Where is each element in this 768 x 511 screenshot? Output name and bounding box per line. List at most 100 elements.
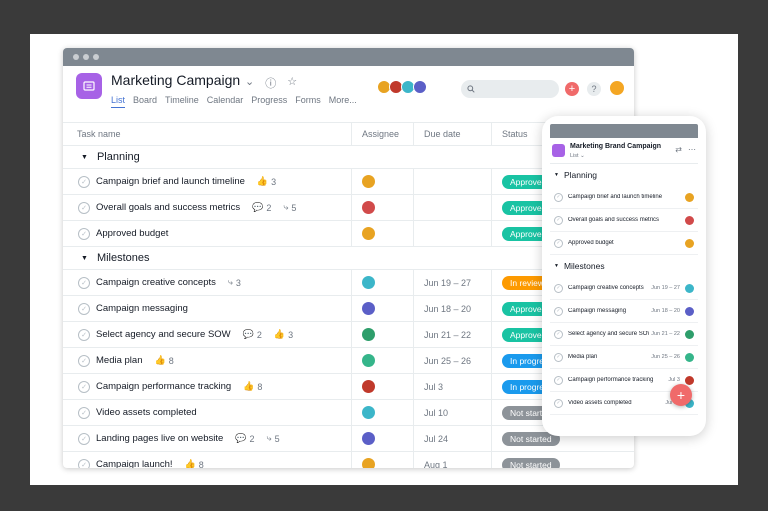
tab-progress[interactable]: Progress bbox=[251, 95, 287, 108]
mobile-task-name[interactable]: Video assets completed bbox=[568, 400, 664, 406]
task-name[interactable]: Video assets completed bbox=[96, 407, 197, 418]
tab-forms[interactable]: Forms bbox=[295, 95, 321, 108]
check-circle-icon[interactable]: ✓ bbox=[78, 354, 90, 367]
due-date-cell[interactable]: Jun 18 – 20 bbox=[413, 296, 491, 321]
chevron-down-icon[interactable]: ⌄ bbox=[245, 75, 254, 91]
check-circle-icon[interactable]: ✓ bbox=[78, 201, 90, 214]
status-cell[interactable]: Not started bbox=[491, 452, 634, 468]
check-circle-icon[interactable]: ✓ bbox=[554, 352, 563, 362]
more-icon[interactable]: ⋯ bbox=[688, 145, 696, 154]
check-circle-icon[interactable]: ✓ bbox=[78, 458, 90, 468]
column-task-name[interactable]: Task name bbox=[63, 129, 351, 139]
mobile-task-row[interactable]: ✓ Approved budget bbox=[550, 232, 698, 255]
due-date-cell[interactable]: Jun 25 – 26 bbox=[413, 348, 491, 373]
task-name[interactable]: Media plan bbox=[96, 355, 142, 366]
add-task-fab[interactable]: + bbox=[670, 384, 692, 406]
mobile-task-row[interactable]: ✓ Campaign messaging Jun 18 – 20 bbox=[550, 300, 698, 323]
project-list-icon[interactable] bbox=[552, 144, 565, 157]
like-count[interactable]: 👍 8 bbox=[154, 355, 173, 366]
mobile-task-name[interactable]: Overall goals and success metrics bbox=[568, 217, 664, 223]
due-date-cell[interactable]: Jul 24 bbox=[413, 426, 491, 451]
task-name[interactable]: Approved budget bbox=[96, 228, 168, 239]
star-icon[interactable]: ☆ bbox=[287, 75, 297, 91]
check-circle-icon[interactable]: ✓ bbox=[554, 192, 563, 202]
window-dot[interactable] bbox=[83, 54, 89, 60]
column-due-date[interactable]: Due date bbox=[413, 123, 491, 145]
task-name[interactable]: Overall goals and success metrics bbox=[96, 202, 240, 213]
task-row[interactable]: ✓ Campaign launch! 👍 8 Aug 1 Not started bbox=[63, 452, 634, 468]
check-circle-icon[interactable]: ✓ bbox=[554, 283, 563, 293]
window-dot[interactable] bbox=[73, 54, 79, 60]
due-date-cell[interactable] bbox=[413, 221, 491, 246]
triangle-down-icon[interactable]: ▼ bbox=[81, 255, 88, 262]
check-circle-icon[interactable]: ✓ bbox=[554, 215, 563, 225]
tab-list[interactable]: List bbox=[111, 95, 126, 108]
task-name[interactable]: Campaign creative concepts bbox=[96, 277, 216, 288]
task-name[interactable]: Campaign brief and launch timeline bbox=[96, 176, 245, 187]
check-circle-icon[interactable]: ✓ bbox=[554, 238, 563, 248]
mobile-task-row[interactable]: ✓ Media plan Jun 25 – 26 bbox=[550, 346, 698, 369]
assignee-cell[interactable] bbox=[351, 169, 413, 194]
mobile-task-row[interactable]: ✓ Overall goals and success metrics bbox=[550, 209, 698, 232]
assignee-cell[interactable] bbox=[351, 452, 413, 468]
info-icon[interactable]: ⓘ bbox=[265, 75, 276, 91]
assignee-cell[interactable] bbox=[351, 195, 413, 220]
mobile-project-title[interactable]: Marketing Brand Campaign bbox=[570, 143, 661, 150]
swap-icon[interactable]: ⇄ bbox=[675, 145, 682, 154]
triangle-down-icon[interactable]: ▼ bbox=[554, 172, 559, 178]
mobile-section-header[interactable]: ▼ Planning bbox=[542, 164, 706, 186]
like-count[interactable]: 👍 8 bbox=[185, 459, 204, 468]
check-circle-icon[interactable]: ✓ bbox=[78, 175, 90, 188]
mobile-task-row[interactable]: ✓ Select agency and secure SOW Jun 21 – 22 bbox=[550, 323, 698, 346]
project-title[interactable]: Marketing Campaign bbox=[111, 72, 240, 88]
search-input[interactable] bbox=[461, 80, 559, 98]
check-circle-icon[interactable]: ✓ bbox=[554, 329, 563, 339]
task-name[interactable]: Campaign launch! bbox=[96, 459, 173, 468]
check-circle-icon[interactable]: ✓ bbox=[78, 432, 90, 445]
mobile-task-row[interactable]: ✓ Campaign brief and launch timeline bbox=[550, 186, 698, 209]
check-circle-icon[interactable]: ✓ bbox=[78, 302, 90, 315]
triangle-down-icon[interactable]: ▼ bbox=[554, 263, 559, 269]
task-name[interactable]: Campaign performance tracking bbox=[96, 381, 231, 392]
check-circle-icon[interactable]: ✓ bbox=[78, 328, 90, 341]
check-circle-icon[interactable]: ✓ bbox=[554, 375, 563, 385]
mobile-task-row[interactable]: ✓ Campaign creative concepts Jun 19 – 27 bbox=[550, 277, 698, 300]
assignee-cell[interactable] bbox=[351, 270, 413, 295]
check-circle-icon[interactable]: ✓ bbox=[554, 398, 563, 408]
like-count[interactable]: 👍 8 bbox=[243, 381, 262, 392]
check-circle-icon[interactable]: ✓ bbox=[78, 227, 90, 240]
due-date-cell[interactable]: Jun 19 – 27 bbox=[413, 270, 491, 295]
add-button[interactable]: + bbox=[565, 82, 579, 96]
project-list-icon[interactable] bbox=[76, 73, 102, 99]
check-circle-icon[interactable]: ✓ bbox=[554, 306, 563, 316]
due-date-cell[interactable]: Jun 21 – 22 bbox=[413, 322, 491, 347]
like-count[interactable]: 👍 3 bbox=[257, 176, 276, 187]
due-date-cell[interactable]: Aug 1 bbox=[413, 452, 491, 468]
like-count[interactable]: 👍 3 bbox=[274, 329, 293, 340]
assignee-cell[interactable] bbox=[351, 374, 413, 399]
triangle-down-icon[interactable]: ▼ bbox=[81, 154, 88, 161]
assignee-cell[interactable] bbox=[351, 426, 413, 451]
due-date-cell[interactable]: Jul 3 bbox=[413, 374, 491, 399]
task-name[interactable]: Select agency and secure SOW bbox=[96, 329, 231, 340]
window-dot[interactable] bbox=[93, 54, 99, 60]
assignee-cell[interactable] bbox=[351, 221, 413, 246]
assignee-cell[interactable] bbox=[351, 322, 413, 347]
check-circle-icon[interactable]: ✓ bbox=[78, 276, 90, 289]
check-circle-icon[interactable]: ✓ bbox=[78, 380, 90, 393]
assignee-cell[interactable] bbox=[351, 348, 413, 373]
column-assignee[interactable]: Assignee bbox=[351, 123, 413, 145]
task-name[interactable]: Landing pages live on website bbox=[96, 433, 223, 444]
help-button[interactable]: ? bbox=[587, 82, 601, 96]
tab-board[interactable]: Board bbox=[133, 95, 157, 108]
status-badge[interactable]: Not started bbox=[502, 457, 560, 468]
due-date-cell[interactable]: Jul 10 bbox=[413, 400, 491, 425]
tab-more[interactable]: More... bbox=[329, 95, 357, 108]
mobile-task-name[interactable]: Campaign brief and launch timeline bbox=[568, 194, 664, 200]
assignee-cell[interactable] bbox=[351, 400, 413, 425]
mobile-task-name[interactable]: Approved budget bbox=[568, 240, 664, 246]
task-name[interactable]: Campaign messaging bbox=[96, 303, 188, 314]
tab-timeline[interactable]: Timeline bbox=[165, 95, 199, 108]
assignee-cell[interactable] bbox=[351, 296, 413, 321]
due-date-cell[interactable] bbox=[413, 169, 491, 194]
